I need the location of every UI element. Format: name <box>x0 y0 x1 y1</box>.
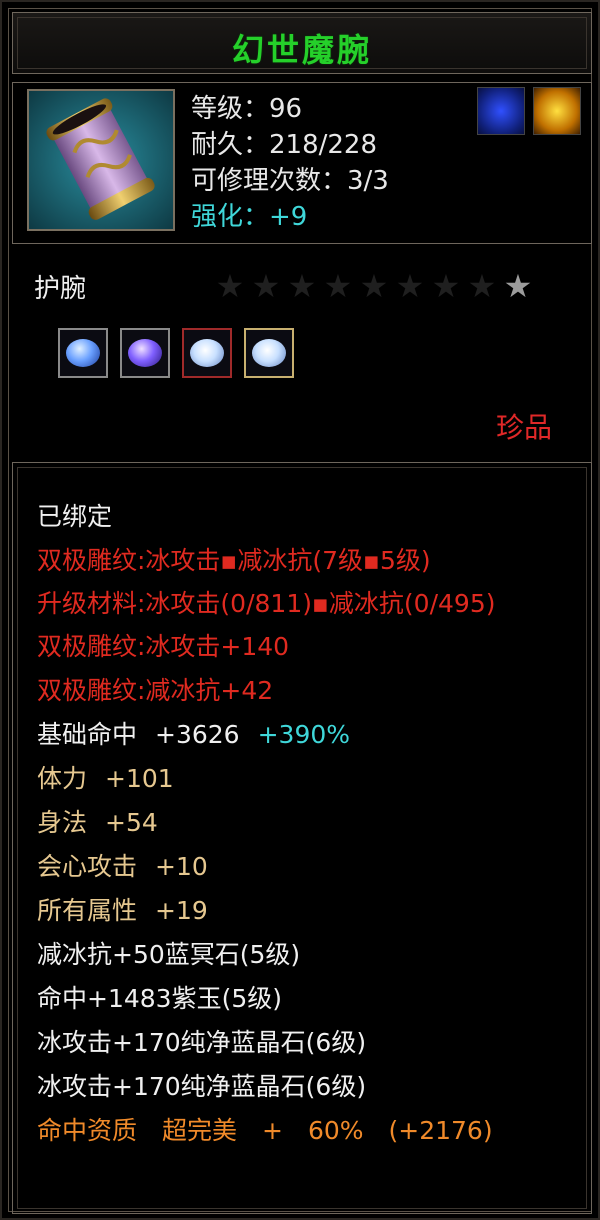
gem-slot[interactable] <box>120 328 170 378</box>
base-hit-line: 基础命中 +3626 +390% <box>37 713 577 757</box>
agility-label: 身法 <box>37 808 88 837</box>
item-repair-count: 可修理次数：3/3 <box>191 166 389 196</box>
white-gem-icon <box>252 339 286 367</box>
item-durability: 耐久：218/228 <box>191 130 378 160</box>
gem-slot[interactable] <box>182 328 232 378</box>
bound-status: 已绑定 <box>37 502 113 531</box>
star-icon: ★ <box>323 267 353 305</box>
star-icon: ★ <box>359 267 389 305</box>
gem-slot[interactable] <box>244 328 294 378</box>
base-hit-label: 基础命中 <box>37 720 138 749</box>
star-rating: ★ ★ ★ ★ ★ ★ ★ ★ ★ <box>212 268 536 304</box>
rarity-label: 珍品 <box>495 411 552 444</box>
blue-flame-emblem-icon <box>477 87 525 135</box>
carving-ice-resist-line: 双极雕纹:减冰抗+42 <box>37 676 274 705</box>
vitality-label: 体力 <box>37 764 88 793</box>
item-details-panel: 已绑定 双极雕纹:冰攻击▪减冰抗(7级▪5级) 升级材料:冰攻击(0/811)▪… <box>12 462 592 1214</box>
star-icon: ★ <box>467 267 497 305</box>
carving-level-line: 双极雕纹:冰攻击▪减冰抗(7级▪5级) <box>37 546 431 575</box>
critical-label: 会心攻击 <box>37 852 138 881</box>
item-level: 等级：96 <box>191 94 303 124</box>
gem-slots <box>58 328 294 378</box>
gold-flame-emblem-icon <box>533 87 581 135</box>
carving-ice-attack-line: 双极雕纹:冰攻击+140 <box>37 632 290 661</box>
item-enhance: 强化：+9 <box>191 202 308 232</box>
item-icon-frame <box>27 89 175 231</box>
star-icon-lit: ★ <box>503 267 533 305</box>
gem-bonus-line: 冰攻击+170纯净蓝晶石(6级) <box>37 1028 367 1057</box>
item-stats: 等级：96 耐久：218/228 可修理次数：3/3 强化：+9 <box>191 91 389 235</box>
upgrade-material-line: 升级材料:冰攻击(0/811)▪减冰抗(0/495) <box>37 589 496 618</box>
gem-slot[interactable] <box>58 328 108 378</box>
vitality-value: +101 <box>105 764 174 793</box>
item-summary-panel: 等级：96 耐久：218/228 可修理次数：3/3 强化：+9 <box>12 82 592 244</box>
bracer-icon <box>29 91 173 229</box>
item-name: 幻世魔腕 <box>231 31 372 69</box>
star-icon: ★ <box>395 267 425 305</box>
agility-line: 身法 +54 <box>37 801 577 845</box>
type-and-stars-row: 护腕 ★ ★ ★ ★ ★ ★ ★ ★ ★ <box>34 264 574 308</box>
purple-gem-icon <box>128 339 162 367</box>
item-tooltip: 幻世魔腕 等级：96 耐久：218/228 可修理次数：3/3 强化：+9 护腕… <box>0 0 600 1220</box>
title-bar: 幻世魔腕 <box>12 12 592 74</box>
critical-value: +10 <box>155 852 208 881</box>
base-hit-percent: +390% <box>257 720 351 749</box>
star-icon: ★ <box>215 267 245 305</box>
white-gem-icon <box>190 339 224 367</box>
blue-gem-icon <box>66 339 100 367</box>
gem-bonus-line: 冰攻击+170纯净蓝晶石(6级) <box>37 1072 367 1101</box>
gem-bonus-line: 减冰抗+50蓝冥石(5级) <box>37 940 301 969</box>
hit-aptitude-line: 命中资质 超完美 + 60% (+2176) <box>37 1116 493 1145</box>
star-icon: ★ <box>251 267 281 305</box>
vitality-line: 体力 +101 <box>37 757 577 801</box>
gem-bonus-line: 命中+1483紫玉(5级) <box>37 984 282 1013</box>
details-lines: 已绑定 双极雕纹:冰攻击▪减冰抗(7级▪5级) 升级材料:冰攻击(0/811)▪… <box>37 495 577 1153</box>
agility-value: +54 <box>105 808 158 837</box>
all-attributes-label: 所有属性 <box>37 896 138 925</box>
item-type: 护腕 <box>34 274 87 304</box>
all-attributes-value: +19 <box>155 896 208 925</box>
base-hit-value: +3626 <box>155 720 240 749</box>
star-icon: ★ <box>431 267 461 305</box>
all-attributes-line: 所有属性 +19 <box>37 889 577 933</box>
critical-line: 会心攻击 +10 <box>37 845 577 889</box>
star-icon: ★ <box>287 267 317 305</box>
